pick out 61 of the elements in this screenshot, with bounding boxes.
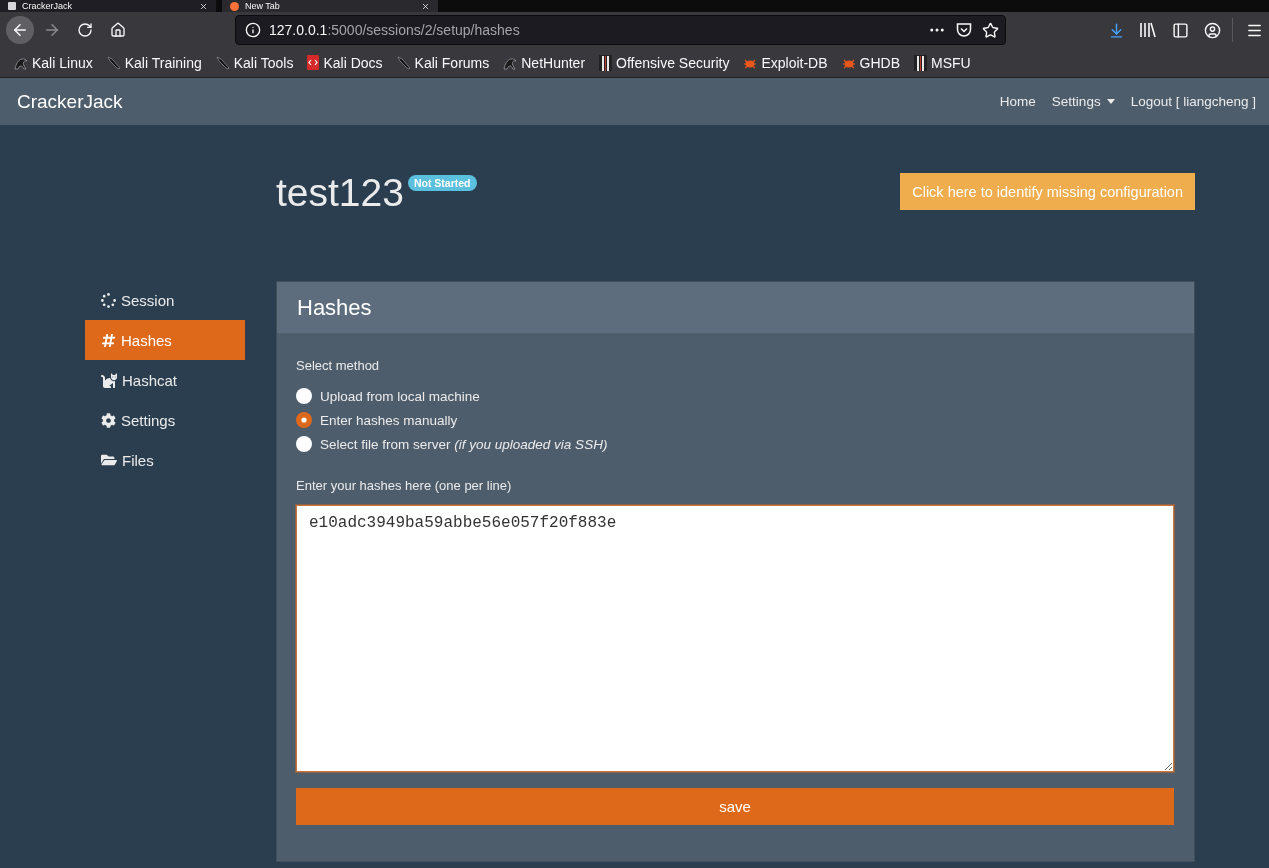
striped-tile-icon: [914, 54, 927, 71]
bookmark-item[interactable]: Kali Tools: [213, 50, 296, 75]
bookmark-item[interactable]: GHDB: [839, 50, 902, 75]
reload-icon[interactable]: [77, 22, 93, 38]
radio-label[interactable]: Enter hashes manually: [320, 412, 458, 428]
spinner-icon: [101, 292, 116, 308]
bookmark-item[interactable]: Offensive Security: [597, 50, 732, 75]
bookmark-item[interactable]: NetHunter: [501, 50, 588, 75]
bookmark-item[interactable]: MSFU: [912, 50, 973, 75]
account-icon[interactable]: [1203, 21, 1221, 39]
cat-icon: [101, 372, 117, 388]
panel-title: Hashes: [297, 294, 372, 321]
settings-icon: [101, 412, 116, 428]
sidebar-item[interactable]: Settings: [85, 400, 245, 440]
back-button[interactable]: [6, 16, 34, 44]
folder-icon: [101, 452, 117, 468]
striped-tile-icon: [599, 54, 613, 71]
bookmark-item[interactable]: Kali Training: [104, 50, 204, 75]
close-icon[interactable]: [421, 1, 430, 11]
nav-dropdown[interactable]: Settings: [1051, 94, 1115, 109]
session-title: test123: [276, 173, 404, 213]
blade-icon: [396, 55, 411, 70]
brand-link[interactable]: CrackerJack: [17, 90, 123, 113]
sidebar-item[interactable]: Hashcat: [85, 360, 245, 400]
sidebar-item[interactable]: Session: [85, 280, 245, 320]
book-icon: [307, 55, 320, 70]
nav-link[interactable]: Home: [999, 94, 1036, 109]
browser-tab[interactable]: CrackerJack: [0, 0, 216, 12]
bookmark-item[interactable]: Kali Forums: [394, 50, 492, 75]
radio-label[interactable]: Select file from server (if you uploaded via SSH): [320, 436, 608, 452]
status-badge: Not Started: [407, 175, 477, 191]
shield-icon[interactable]: [956, 22, 972, 38]
bookmark-item[interactable]: Kali Linux: [12, 50, 95, 75]
blade-icon: [106, 55, 121, 70]
star-icon[interactable]: [982, 21, 999, 39]
radio-button[interactable]: [296, 412, 312, 428]
caret-icon: [1106, 99, 1115, 104]
url-text[interactable]: 127.0.0.1:5000/sessions/2/setup/hashes: [269, 22, 920, 38]
nav-link[interactable]: Logout [ liangcheng ]: [1130, 94, 1256, 109]
bookmark-item[interactable]: Exploit-DB: [741, 50, 830, 75]
radio-label[interactable]: Upload from local machine: [320, 388, 480, 404]
hashes-field[interactable]: e10adc3949ba59abbe56e057f20f883e: [296, 505, 1174, 772]
info-icon[interactable]: [245, 22, 261, 38]
field-label: Select method: [296, 357, 380, 375]
logo-icon: [230, 1, 239, 11]
hash-icon: [101, 332, 116, 348]
dragon-icon: [14, 55, 28, 70]
page-icon: [8, 2, 16, 10]
browser-tab[interactable]: New Tab: [222, 0, 438, 12]
bookmark-item[interactable]: Kali Docs: [305, 50, 385, 75]
blade-icon: [215, 55, 230, 70]
house-icon[interactable]: [110, 22, 126, 38]
close-icon[interactable]: [199, 1, 208, 11]
dragon-icon: [503, 55, 518, 70]
field-label: Enter your hashes here (one per line): [296, 477, 512, 495]
sidebar-icon[interactable]: [1171, 21, 1189, 39]
address-bar[interactable]: 127.0.0.1:5000/sessions/2/setup/hashes: [235, 15, 1006, 45]
radio-button[interactable]: [296, 388, 312, 404]
sidebar-item[interactable]: Files: [85, 440, 245, 480]
books-icon[interactable]: [1139, 22, 1157, 38]
radio-button[interactable]: [296, 436, 312, 452]
